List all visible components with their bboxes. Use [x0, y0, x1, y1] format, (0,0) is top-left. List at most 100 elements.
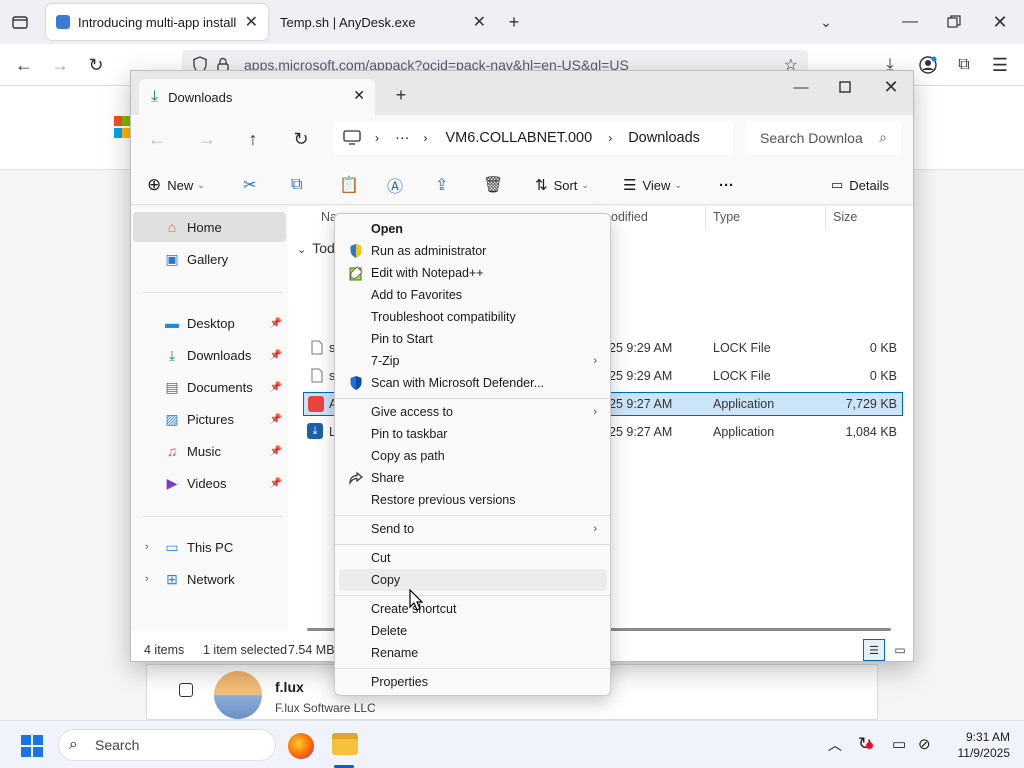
menu-item-add-favorites[interactable]: Add to Favorites [339, 284, 607, 306]
maximize-icon[interactable] [831, 73, 859, 101]
share-button[interactable]: ⇪ [435, 173, 448, 197]
clock[interactable]: 9:31 AM 11/9/2025 [946, 729, 1011, 761]
close-window-icon[interactable]: ✕ [877, 73, 905, 101]
copy-icon: ⧉ [291, 176, 303, 193]
details-view-icon[interactable]: ☰ [863, 639, 885, 661]
browser-tab-active[interactable]: Introducing multi-app install on ✕ [46, 4, 268, 40]
network-status-icon[interactable]: ▭ [892, 735, 906, 753]
sync-alert-icon[interactable]: ↻ [858, 734, 874, 754]
list-all-tabs-icon[interactable]: ⌄ [812, 8, 840, 36]
expand-chevron-icon[interactable]: › [145, 541, 149, 553]
menu-item-defender-scan[interactable]: Scan with Microsoft Defender... [339, 372, 607, 394]
file-type: Application [713, 397, 775, 411]
menu-item-rename[interactable]: Rename [339, 642, 607, 664]
cut-button[interactable]: ✂ [243, 173, 256, 197]
group-header-today[interactable]: ⌄ Tod [297, 240, 335, 256]
up-icon[interactable]: ↑ [239, 125, 267, 153]
menu-item-pin-taskbar[interactable]: Pin to taskbar [339, 423, 607, 445]
paste-button[interactable]: 📋 [339, 173, 359, 197]
column-header-type[interactable]: Type [713, 210, 740, 224]
menu-item-create-shortcut[interactable]: Create shortcut [339, 598, 607, 620]
menu-item-cut[interactable]: Cut [339, 547, 607, 569]
nav-item-home[interactable]: ⌂ Home [133, 212, 286, 242]
explorer-tab-downloads[interactable]: ⤓ Downloads ✕ [139, 79, 375, 115]
menu-item-edit-notepadpp[interactable]: Edit with Notepad++ [339, 262, 607, 284]
nav-item-documents[interactable]: ▤ Documents 📌 [133, 372, 286, 402]
nav-item-this-pc[interactable]: › ▭ This PC [133, 532, 286, 562]
nav-item-videos[interactable]: ▶ Videos 📌 [133, 468, 286, 498]
menu-icon[interactable]: ☰ [986, 51, 1014, 79]
nav-item-gallery[interactable]: ▣ Gallery [133, 244, 286, 274]
minimize-icon[interactable]: — [896, 8, 924, 36]
rename-button[interactable]: Ⓐ [387, 173, 403, 197]
firefox-icon[interactable] [288, 733, 314, 759]
restore-icon[interactable] [940, 8, 968, 36]
account-icon[interactable] [914, 51, 942, 79]
menu-item-troubleshoot[interactable]: Troubleshoot compatibility [339, 306, 607, 328]
see-more-button[interactable]: ··· [719, 173, 734, 197]
column-header-modified[interactable]: odified [611, 210, 648, 224]
tab-list-icon[interactable] [6, 8, 34, 36]
forward-icon[interactable]: → [193, 125, 221, 153]
menu-item-copy[interactable]: Copy [339, 569, 607, 591]
nav-divider [143, 516, 283, 517]
nav-item-music[interactable]: ♫ Music 📌 [133, 436, 286, 466]
minimize-icon[interactable]: — [787, 73, 815, 101]
nav-label: This PC [187, 539, 234, 555]
file-explorer-icon[interactable] [332, 733, 358, 755]
back-icon[interactable]: ← [10, 51, 38, 79]
breadcrumb-segment[interactable]: Downloads [628, 130, 700, 146]
delete-button[interactable]: 🗑 [483, 173, 503, 197]
menu-item-pin-start[interactable]: Pin to Start [339, 328, 607, 350]
menu-label: Troubleshoot compatibility [371, 310, 516, 324]
nav-item-pictures[interactable]: ▨ Pictures 📌 [133, 404, 286, 434]
volume-muted-icon[interactable]: ⊘ [918, 735, 931, 753]
menu-item-share[interactable]: Share [339, 467, 607, 489]
new-button[interactable]: ⊕ New ⌄ [147, 173, 205, 197]
menu-item-delete[interactable]: Delete [339, 620, 607, 642]
start-windows-icon[interactable] [20, 734, 44, 758]
close-tab-icon[interactable]: ✕ [245, 12, 258, 32]
show-hidden-icons-chevron-icon[interactable]: ︿ [828, 735, 842, 755]
copy-button[interactable]: ⧉ [291, 173, 302, 197]
column-header-size[interactable]: Size [833, 210, 857, 224]
new-tab-icon[interactable]: + [500, 8, 528, 36]
sort-button[interactable]: ⇅ Sort ⌄ [535, 173, 589, 197]
view-button[interactable]: ☰ View ⌄ [623, 173, 682, 197]
refresh-icon[interactable]: ↻ [287, 125, 315, 153]
breadcrumb-segment[interactable]: VM6.COLLABNET.000 [446, 130, 593, 146]
menu-item-properties[interactable]: Properties [339, 671, 607, 693]
nav-item-desktop[interactable]: ▬ Desktop 📌 [133, 308, 286, 338]
plus-circle-icon: ⊕ [147, 175, 162, 194]
new-tab-icon[interactable]: + [387, 81, 415, 109]
menu-item-send-to[interactable]: Send to › [339, 518, 607, 540]
search-box[interactable]: Search Downloa ⌕ [745, 121, 901, 155]
reload-icon[interactable]: ↻ [82, 51, 110, 79]
search-label: Search [95, 737, 140, 753]
address-bar[interactable]: › ··· › VM6.COLLABNET.000 › Downloads [333, 121, 733, 155]
menu-item-give-access[interactable]: Give access to › [339, 401, 607, 423]
close-tab-icon[interactable]: ✕ [353, 87, 365, 104]
back-icon[interactable]: ← [143, 125, 171, 153]
extensions-icon[interactable]: ⧉ [950, 51, 978, 79]
menu-item-open[interactable]: Open [339, 218, 607, 240]
nav-divider [143, 292, 283, 293]
taskbar-search[interactable]: ⌕ Search [58, 729, 276, 761]
browser-tab[interactable]: Temp.sh | AnyDesk.exe ✕ [270, 4, 496, 40]
forward-icon[interactable]: → [46, 51, 74, 79]
close-window-icon[interactable]: ✕ [986, 8, 1014, 36]
nav-item-network[interactable]: › ⊞ Network [133, 564, 286, 594]
nav-item-downloads[interactable]: ⤓ Downloads 📌 [133, 340, 286, 370]
context-menu: Open Run as administrator Edit with Note… [334, 213, 611, 696]
expand-chevron-icon[interactable]: › [145, 573, 149, 585]
menu-item-restore-versions[interactable]: Restore previous versions [339, 489, 607, 511]
app-select-checkbox[interactable] [179, 683, 193, 697]
menu-item-7zip[interactable]: 7-Zip › [339, 350, 607, 372]
menu-item-run-as-admin[interactable]: Run as administrator [339, 240, 607, 262]
tiles-view-icon[interactable]: ▭ [889, 639, 911, 661]
close-tab-icon[interactable]: ✕ [473, 12, 486, 32]
details-pane-button[interactable]: ▭ Details [831, 173, 889, 197]
menu-item-copy-path[interactable]: Copy as path [339, 445, 607, 467]
breadcrumb-overflow[interactable]: ··· [395, 130, 410, 146]
taskbar: ⌕ Search ︿ ↻ ▭ ⊘ 9:31 AM 11/9/2025 [0, 720, 1024, 768]
